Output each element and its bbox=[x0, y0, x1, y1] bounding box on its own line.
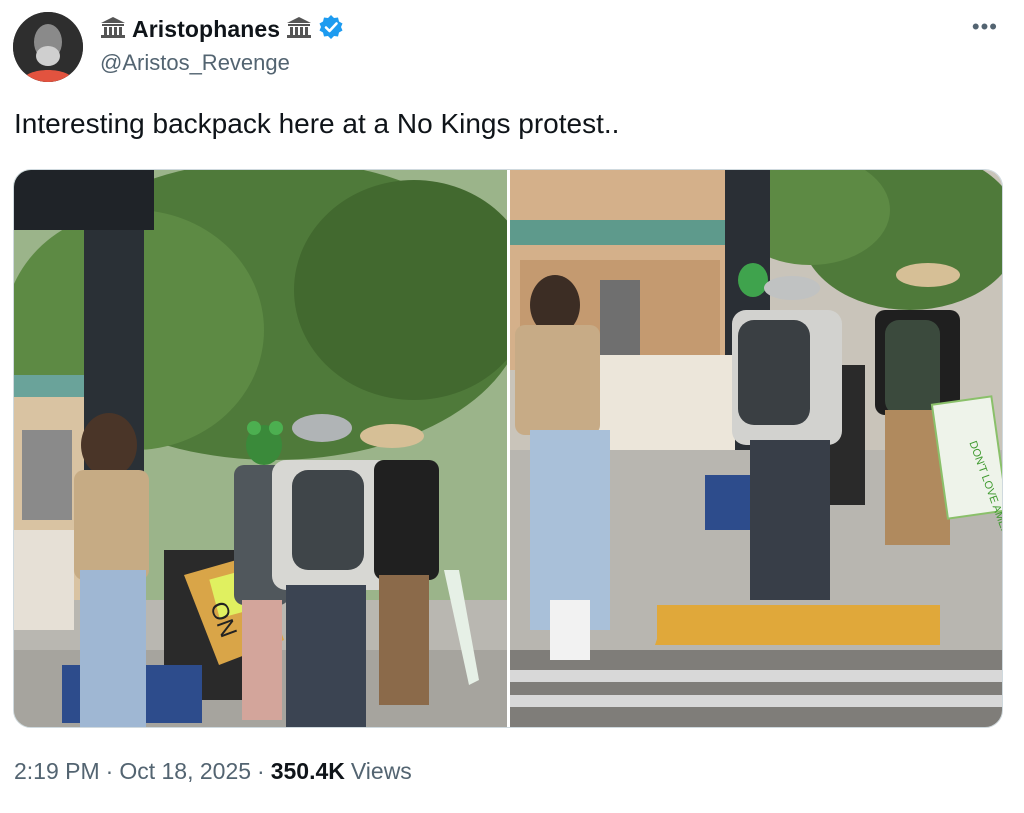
left-photo[interactable]: ON bbox=[14, 170, 507, 727]
author-display-name[interactable]: Aristophanes bbox=[132, 16, 280, 43]
views-label: Views bbox=[350, 758, 412, 784]
meta-separator: · bbox=[105, 758, 114, 784]
tweet-meta: 2:19 PM · Oct 18, 2025 · 350.4K Views bbox=[14, 758, 412, 785]
avatar[interactable] bbox=[13, 12, 83, 82]
tweet-date[interactable]: Oct 18, 2025 bbox=[119, 758, 251, 785]
classical-building-icon bbox=[100, 15, 126, 44]
media-grid[interactable]: ON bbox=[13, 169, 1003, 728]
avatar-image bbox=[13, 12, 83, 82]
verified-badge-icon[interactable] bbox=[318, 14, 344, 45]
author-name-row[interactable]: Aristophanes bbox=[100, 14, 344, 45]
right-photo[interactable]: DON'T LOVE AMERICA bbox=[510, 170, 1002, 727]
tweet-text: Interesting backpack here at a No Kings … bbox=[14, 108, 620, 139]
classical-building-icon bbox=[286, 15, 312, 44]
meta-separator: · bbox=[257, 758, 265, 784]
more-options-icon[interactable]: ••• bbox=[972, 14, 998, 40]
views-count[interactable]: 350.4K bbox=[271, 758, 345, 785]
tweet-time[interactable]: 2:19 PM bbox=[14, 758, 100, 785]
author-handle[interactable]: @Aristos_Revenge bbox=[100, 50, 290, 76]
